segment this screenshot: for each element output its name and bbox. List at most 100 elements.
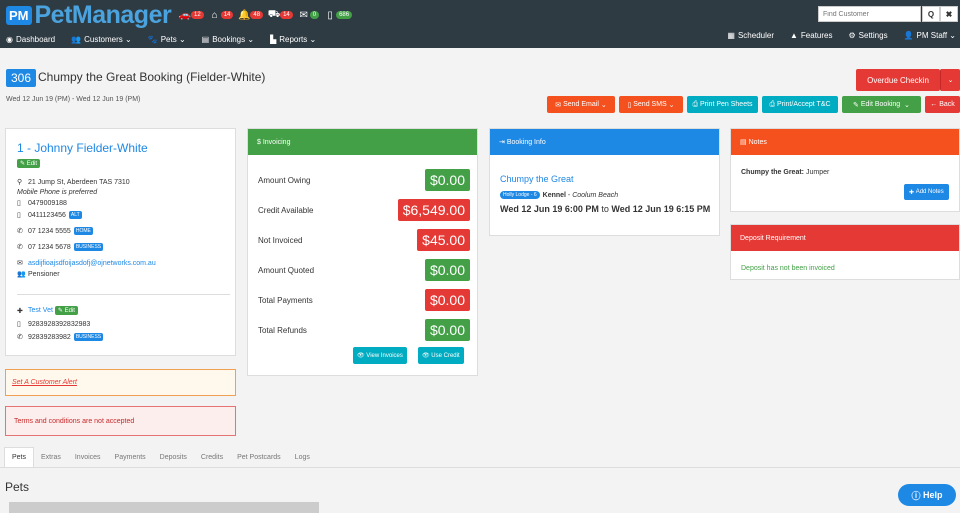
page-title: Chumpy the Great Booking (Fielder-White) xyxy=(38,70,266,84)
close-icon[interactable]: ✖ xyxy=(940,6,958,22)
customer-edit-button[interactable]: ✎ Edit xyxy=(17,159,41,168)
chevron-down-icon[interactable]: ⌄ xyxy=(940,69,960,91)
nav-pets-label: Pets xyxy=(160,34,177,44)
time-from: Wed 12 Jun 19 6:00 PM xyxy=(500,204,599,214)
tab-invoices[interactable]: Invoices xyxy=(68,454,108,467)
car-icon[interactable]: 🚗 xyxy=(178,8,192,22)
print-accept-tc-button[interactable]: ⎙ Print/Accept T&C xyxy=(762,96,838,113)
phone-line: ✆ 07 1234 5678 BUSINESS xyxy=(17,243,104,251)
customer-alert-link[interactable]: Set A Customer Alert xyxy=(12,379,77,386)
pet-note-text: Jumper xyxy=(805,169,830,176)
tab-payments[interactable]: Payments xyxy=(108,454,153,467)
use-credit-button[interactable]: 👁 Use Credit xyxy=(418,347,464,364)
deposit-panel: Deposit Requirement Deposit has not been… xyxy=(730,224,960,280)
nav-reports[interactable]: ▙ Reports ⌄ xyxy=(270,35,316,44)
phone-tag: ALT xyxy=(68,211,82,219)
pet-name-link[interactable]: Chumpy the Great xyxy=(500,174,574,184)
email-link[interactable]: asdijfioajsdfoijasdofj@ojnetworks.com.au xyxy=(28,260,156,267)
nav-scheduler[interactable]: ▦ Scheduler xyxy=(727,31,774,40)
vet-phone-line: ✆ 92839283982 BUSINESS xyxy=(17,333,104,341)
group-line: 👥 Pensioner xyxy=(17,270,60,279)
tab-credits[interactable]: Credits xyxy=(194,454,230,467)
kennel-label: Kennel xyxy=(542,191,566,199)
overdue-checkin-button[interactable]: Overdue Checkin xyxy=(856,69,940,91)
invoicing-title: Invoicing xyxy=(262,138,291,146)
help-button[interactable]: ⓘ Help xyxy=(898,484,956,506)
find-customer-input[interactable] xyxy=(818,6,921,22)
note-icon: ▤ xyxy=(740,139,749,146)
nav-settings[interactable]: ⚙ Settings xyxy=(848,31,887,40)
not-invoiced-value: $45.00 xyxy=(417,229,470,251)
customer-alert-box[interactable]: Set A Customer Alert xyxy=(5,369,236,396)
bell-icon[interactable]: 🔔 xyxy=(237,8,251,22)
total-payments-label: Total Payments xyxy=(258,296,313,305)
tab-extras[interactable]: Extras xyxy=(34,454,68,467)
nav-dashboard-label: Dashboard xyxy=(15,34,56,44)
view-invoices-button[interactable]: 👁 View Invoices xyxy=(353,347,407,364)
add-notes-button[interactable]: ✚ Add Notes xyxy=(904,184,949,200)
nav-customers[interactable]: 👥 Customers ⌄ xyxy=(71,35,132,44)
user-icon: 👤 xyxy=(903,31,914,40)
nav-features-label: Features xyxy=(800,31,833,40)
edit-text: Edit xyxy=(64,308,75,314)
phone-value: 0479009188 xyxy=(28,199,67,207)
notes-panel: ▤ Notes Chumpy the Great: Jumper ✚ Add N… xyxy=(730,128,960,212)
home-icon[interactable]: ⌂ xyxy=(208,8,222,22)
view-invoices-label: View Invoices xyxy=(366,352,403,359)
notification-badge: 0 xyxy=(309,11,320,19)
vet-name[interactable]: Test Vet xyxy=(28,307,53,314)
use-credit-label: Use Credit xyxy=(431,352,460,359)
amount-owing-label: Amount Owing xyxy=(258,176,311,185)
customer-name[interactable]: 1 - Johnny Fielder-White xyxy=(17,141,148,155)
dashboard-icon: ◉ xyxy=(6,34,13,44)
tab-logs[interactable]: Logs xyxy=(288,454,317,467)
logo-badge: PM xyxy=(6,5,32,25)
back-label: Back xyxy=(939,101,955,108)
print-pen-sheets-button[interactable]: ⎙ Print Pen Sheets xyxy=(687,96,758,113)
address: 21 Jump St, Aberdeen TAS 7310 xyxy=(28,178,130,186)
divider xyxy=(17,294,230,295)
pet-note-label: Chumpy the Great: xyxy=(741,169,805,176)
calendar-icon: ▦ xyxy=(727,31,735,40)
logo[interactable]: PM PetManager xyxy=(6,1,172,29)
tab-pets[interactable]: Pets xyxy=(4,447,35,467)
truck-icon[interactable]: ⛟ xyxy=(267,8,281,22)
site-name: Coolum Beach xyxy=(572,191,619,199)
tab-pet-postcards[interactable]: Pet Postcards xyxy=(230,454,288,467)
phone-icon[interactable]: ▯ xyxy=(323,8,337,22)
back-button[interactable]: ← Back xyxy=(925,96,960,113)
nav-staff[interactable]: 👤 PM Staff ⌄ xyxy=(904,31,956,40)
mobile-icon: ▯ xyxy=(17,212,21,219)
time-to-word: to xyxy=(601,204,609,214)
notes-title: Notes xyxy=(748,138,767,146)
edit-booking-button[interactable]: ✎ Edit Booking ⌄ xyxy=(842,96,921,113)
nav-dashboard[interactable]: ◉ Dashboard xyxy=(6,35,55,44)
nav-features[interactable]: ▲ Features xyxy=(790,31,833,40)
pets-heading: Pets xyxy=(5,480,30,494)
credit-available-value: $6,549.00 xyxy=(397,199,470,221)
search-icon[interactable]: Q xyxy=(922,6,940,22)
send-email-button[interactable]: ✉ Send Email ⌄ xyxy=(547,96,615,113)
chart-icon: ▙ xyxy=(270,34,277,44)
nav-bookings[interactable]: ▤ Bookings ⌄ xyxy=(202,35,254,44)
notification-badge: 686 xyxy=(336,11,353,19)
nav-pets[interactable]: 🐾 Pets ⌄ xyxy=(148,35,186,44)
credit-available-label: Credit Available xyxy=(258,206,314,215)
vet-edit-button[interactable]: ✎ Edit xyxy=(54,306,78,315)
nav-staff-label: PM Staff xyxy=(916,31,948,40)
notes-header: ▤ Notes xyxy=(731,129,959,155)
send-sms-button[interactable]: ▯ Send SMS ⌄ xyxy=(619,96,683,113)
phone-tag: HOME xyxy=(73,227,93,235)
edit-label: ✎ Edit xyxy=(17,159,41,168)
nav-bookings-label: Bookings xyxy=(212,34,246,44)
nav-scheduler-label: Scheduler xyxy=(737,31,774,40)
vet-phone: 9283928392832983 xyxy=(28,320,91,328)
notification-badge: 14 xyxy=(220,11,234,19)
chat-icon[interactable]: ✉ xyxy=(297,8,311,22)
booking-info-header: ⇥ Booking Info xyxy=(490,129,719,155)
total-refunds-value: $0.00 xyxy=(424,319,470,341)
tab-deposits[interactable]: Deposits xyxy=(153,454,194,467)
total-refunds-label: Total Refunds xyxy=(258,326,307,335)
main-nav: ◉ Dashboard 👥 Customers ⌄ 🐾 Pets ⌄ ▤ Booking… xyxy=(0,31,960,47)
location-badge: Holly Lodge - 6 xyxy=(500,191,540,199)
